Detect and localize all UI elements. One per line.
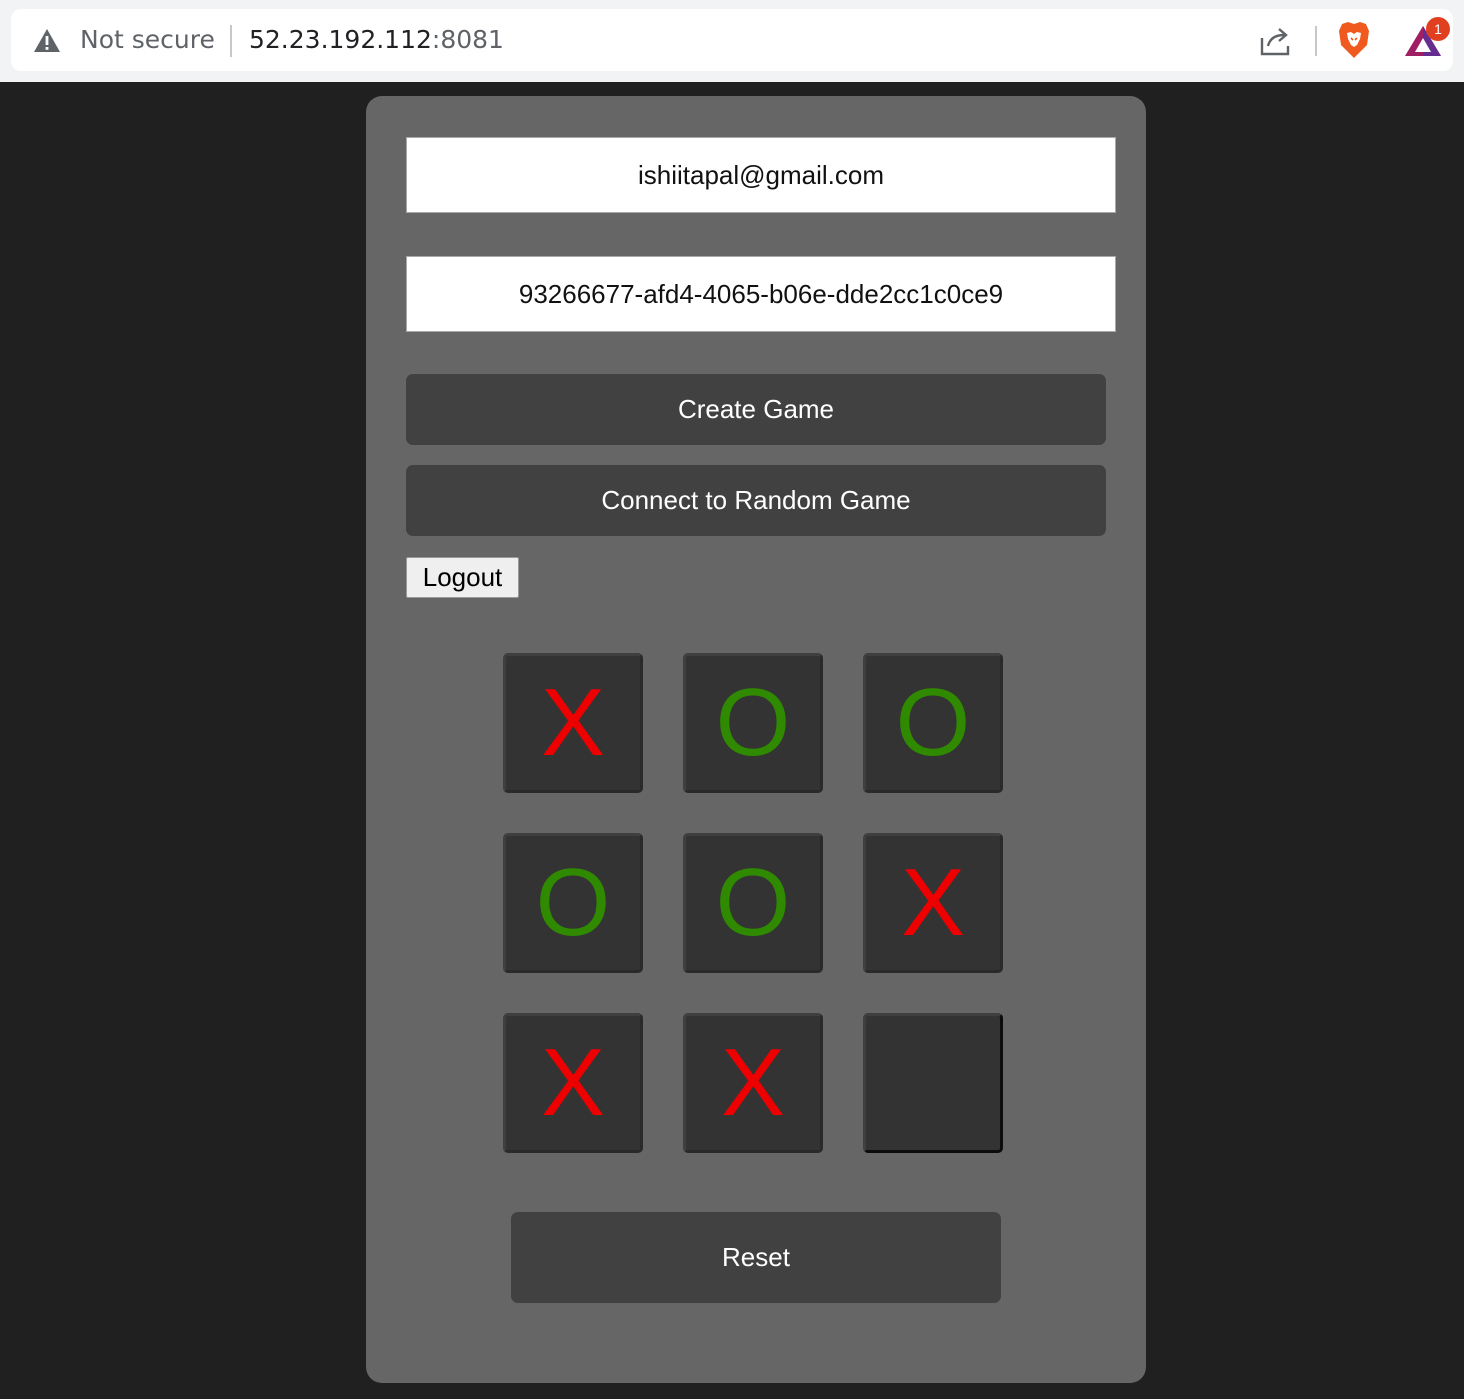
share-icon[interactable] [1258, 24, 1292, 58]
board-cell[interactable]: X [863, 833, 1003, 973]
game-id-field[interactable]: 93266677-afd4-4065-b06e-dde2cc1c0ce9 [406, 256, 1116, 332]
reset-button[interactable]: Reset [511, 1212, 1001, 1303]
board-cell[interactable]: O [863, 653, 1003, 793]
notification-badge: 1 [1426, 17, 1450, 41]
email-field[interactable]: ishiitapal@gmail.com [406, 137, 1116, 213]
divider [230, 25, 232, 57]
divider [1315, 26, 1317, 56]
create-game-button[interactable]: Create Game [406, 374, 1106, 445]
board-cell[interactable]: O [503, 833, 643, 973]
warning-icon[interactable] [33, 28, 61, 54]
browser-toolbar: Not secure 52.23.192.112:8081 1 [0, 0, 1464, 82]
board-cell[interactable]: X [503, 653, 643, 793]
board-cell[interactable] [863, 1013, 1003, 1153]
board-cell[interactable]: X [503, 1013, 643, 1153]
tic-tac-toe-board: X O O O O X X X [503, 653, 1003, 1153]
logout-button[interactable]: Logout [406, 557, 519, 598]
board-cell[interactable]: O [683, 833, 823, 973]
board-cell[interactable]: O [683, 653, 823, 793]
address-bar[interactable]: Not secure 52.23.192.112:8081 1 [11, 9, 1453, 71]
url-port: :8081 [431, 25, 504, 54]
url-host: 52.23.192.112 [249, 25, 432, 54]
connect-random-game-button[interactable]: Connect to Random Game [406, 465, 1106, 536]
brave-shield-icon[interactable] [1337, 21, 1371, 59]
security-label[interactable]: Not secure [80, 25, 215, 54]
board-cell[interactable]: X [683, 1013, 823, 1153]
game-panel: ishiitapal@gmail.com 93266677-afd4-4065-… [366, 96, 1146, 1383]
url-text[interactable]: 52.23.192.112:8081 [249, 25, 504, 54]
